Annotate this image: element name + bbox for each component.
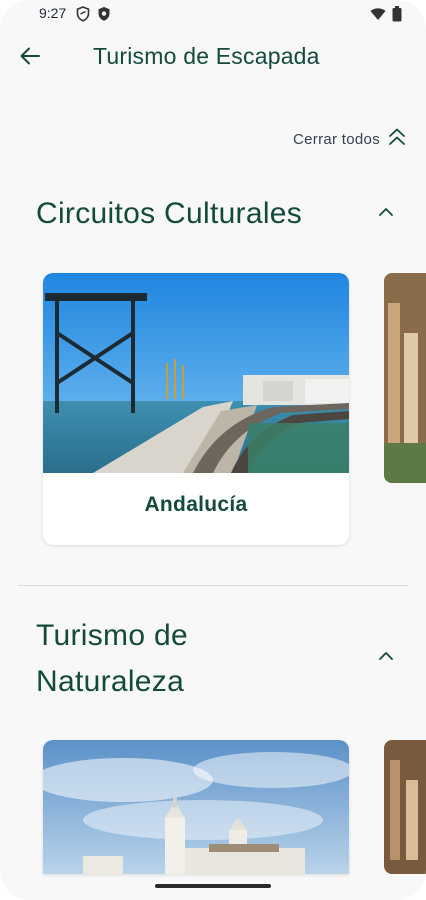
chevron-up-icon — [377, 205, 395, 223]
pier-seaside-photo — [43, 273, 349, 473]
vpn-shield-icon — [76, 6, 90, 27]
double-chevron-up-icon — [388, 127, 406, 152]
church-sky-photo — [43, 740, 349, 874]
section-title-line-1: Turismo de — [36, 619, 188, 652]
section-toggle-turismo-de-naturaleza[interactable] — [376, 648, 396, 668]
card-andalucia[interactable]: Andalucía — [43, 273, 349, 545]
card-photo — [43, 273, 349, 473]
back-button[interactable] — [14, 42, 46, 74]
section-title-turismo-de-naturaleza[interactable]: Turismo de Naturaleza — [36, 613, 188, 705]
card-label: Andalucía — [144, 493, 248, 516]
home-indicator[interactable] — [155, 884, 271, 888]
collapse-all-button[interactable]: Cerrar todos — [293, 127, 406, 152]
app-screen: 9:27 Turismo de Escapada Cerrar todos Ci… — [0, 0, 426, 900]
card-photo — [43, 740, 349, 874]
card-naturaleza[interactable] — [43, 740, 349, 874]
section-title-circuitos-culturales[interactable]: Circuitos Culturales — [36, 191, 302, 237]
chevron-up-icon — [377, 649, 395, 667]
page-title: Turismo de Escapada — [93, 43, 320, 69]
wifi-icon — [370, 7, 386, 26]
next-card-peek[interactable] — [384, 273, 426, 483]
section-divider — [18, 585, 408, 586]
app-bar: Turismo de Escapada — [0, 30, 426, 84]
status-bar: 9:27 — [0, 0, 426, 28]
section-title-line-2: Naturaleza — [36, 665, 185, 698]
collapse-all-label: Cerrar todos — [293, 131, 380, 148]
section-toggle-circuitos-culturales[interactable] — [376, 204, 396, 224]
arrow-left-icon — [18, 44, 42, 73]
next-card-peek[interactable] — [384, 740, 426, 874]
privacy-shield-icon — [97, 6, 111, 27]
status-time: 9:27 — [39, 5, 67, 21]
battery-icon — [392, 6, 402, 27]
